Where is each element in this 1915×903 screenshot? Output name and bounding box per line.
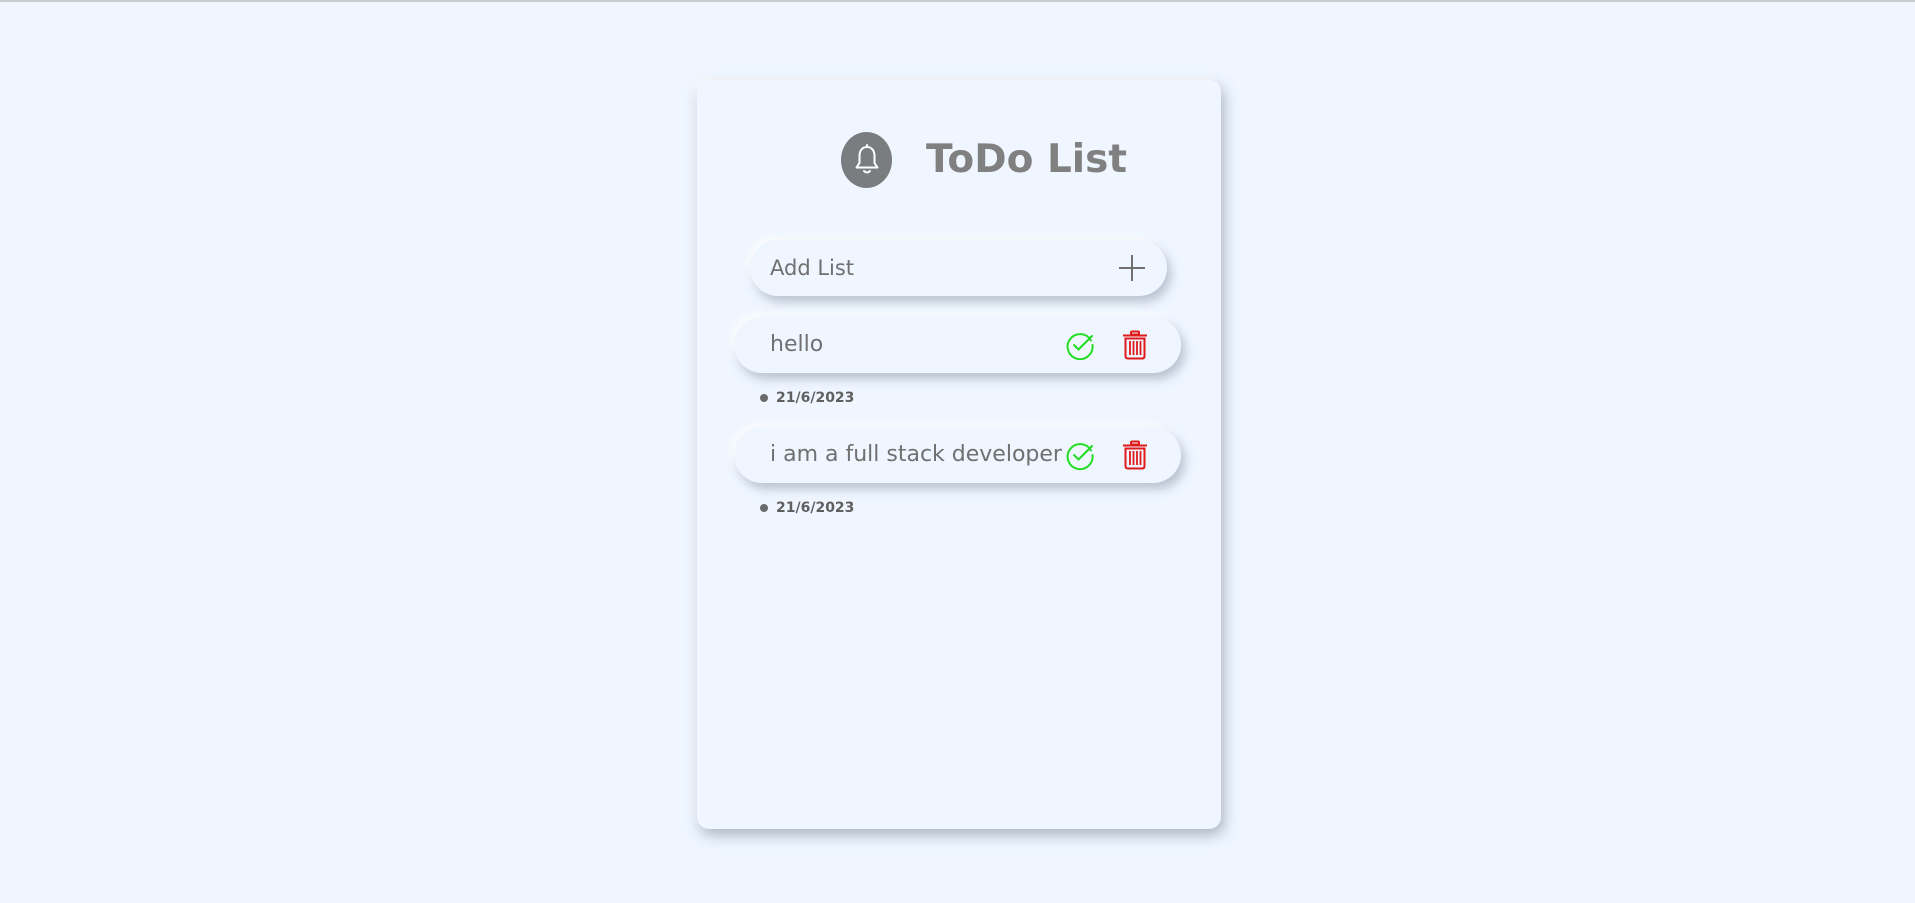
delete-button[interactable] [1120,440,1150,470]
bell-icon [855,144,878,174]
bullet-icon [760,394,768,402]
app-header: ToDo List [697,130,1221,190]
todo-item: hello [734,317,1181,373]
complete-button[interactable] [1065,330,1095,360]
bell-badge [841,132,892,188]
todo-date: 21/6/2023 [776,390,855,406]
todo-text: hello [770,332,824,357]
plus-icon [1119,255,1145,281]
todo-text: i am a full stack developer [770,442,1062,467]
add-button[interactable] [1117,253,1147,283]
todo-item: i am a full stack developer [734,427,1181,483]
add-list-input[interactable] [770,240,1100,296]
window-top-border [0,0,1915,2]
add-list-form [750,240,1167,296]
check-circle-icon [1066,333,1094,360]
todo-date-row: 21/6/2023 [760,388,854,408]
todo-card: ToDo List hello [697,80,1221,829]
trash-icon [1123,440,1147,470]
check-circle-icon [1066,443,1094,470]
todo-date-row: 21/6/2023 [760,498,854,518]
delete-button[interactable] [1120,330,1150,360]
complete-button[interactable] [1065,440,1095,470]
trash-icon [1123,330,1147,360]
bullet-icon [760,504,768,512]
todo-date: 21/6/2023 [776,500,855,516]
page-title: ToDo List [926,137,1128,182]
